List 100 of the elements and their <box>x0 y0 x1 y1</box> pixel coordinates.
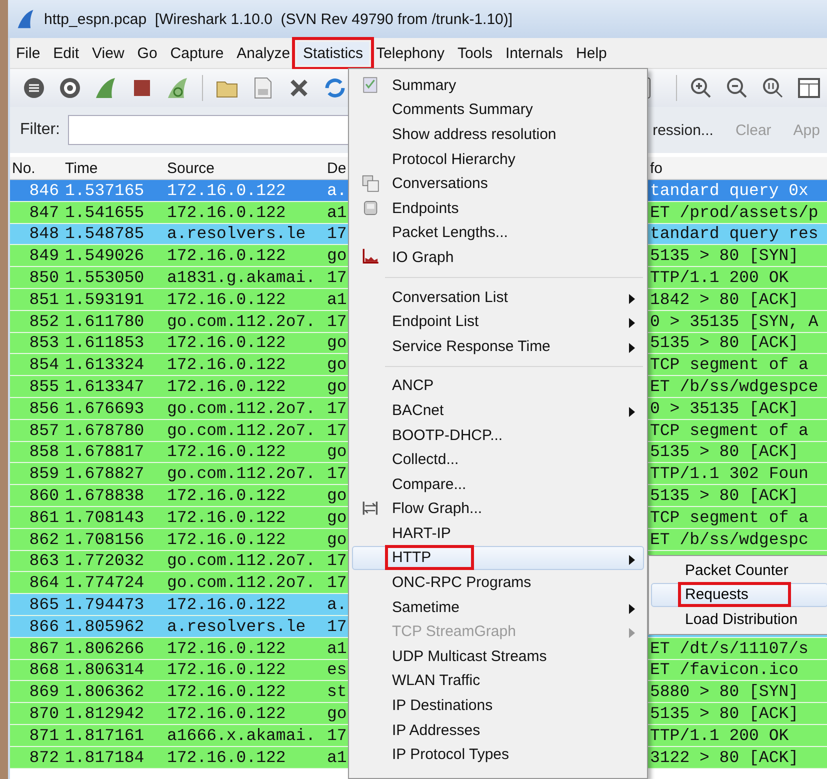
table-cell-text: 5135 > 80 [ACK] <box>650 486 800 506</box>
table-cell-text: 1.676693 <box>65 398 146 418</box>
table-cell-text: TCP segment of a <box>650 355 810 374</box>
table-cell-text: 1.806266 <box>65 638 146 658</box>
table-cell-text: ET /b/ss/wdgespc <box>650 530 810 549</box>
table-cell-text: 848 <box>28 224 60 244</box>
table-cell-text: 172.16.0.122 <box>167 660 287 680</box>
table-cell-text: 1.805962 <box>65 616 146 636</box>
table-cell-text: go.com.112.2o7. <box>167 551 317 570</box>
table-cell-text: TCP segment of a <box>650 508 810 527</box>
table-cell-text: 172.16.0.122 <box>167 638 287 658</box>
table-cell-text: 1.817184 <box>65 748 146 767</box>
table-cell-text: go <box>327 355 348 374</box>
table-cell-text: 3122 > 80 [ACK] <box>650 748 800 767</box>
table-cell-text: go.com.112.2o7. <box>167 420 317 440</box>
table-cell-text: 5135 > 80 [ACK] <box>650 704 800 724</box>
table-cell-text: 1.812942 <box>65 704 146 724</box>
table-cell-text: 854 <box>28 355 60 374</box>
table-cell-text: 852 <box>28 312 60 331</box>
table-cell-text: 847 <box>28 202 60 222</box>
table-cell-text: 1.613324 <box>65 355 146 374</box>
table-cell-text: 172.16.0.122 <box>167 202 287 222</box>
table-cell-text: 5135 > 80 [ACK] <box>650 333 800 352</box>
table-cell-text: 870 <box>28 704 60 724</box>
table-cell-text: a. <box>327 595 348 614</box>
table-cell-text: 0 > 35135 [SYN, A <box>650 312 820 331</box>
table-cell-text: 864 <box>28 573 60 592</box>
filter-label: Filter: <box>20 121 60 139</box>
table-cell-text: 1.708156 <box>65 530 146 549</box>
table-cell-text: st <box>327 682 348 702</box>
table-cell-text: 1.611853 <box>65 333 146 352</box>
table-cell-text: a1 <box>327 290 348 309</box>
table-cell-text: 855 <box>28 377 60 396</box>
table-cell-text: 1.611780 <box>65 312 146 331</box>
table-cell-text: go <box>327 377 348 396</box>
table-cell-text: ET /prod/assets/p <box>650 202 820 222</box>
table-cell-text: a1831.g.akamai. <box>167 268 317 288</box>
table-cell-text: 1.613347 <box>65 377 146 396</box>
table-cell-text: 858 <box>28 442 60 462</box>
table-cell-text: 1842 > 80 [ACK] <box>650 290 800 309</box>
table-cell-text: 172.16.0.122 <box>167 290 287 309</box>
table-cell-text: 871 <box>28 726 60 745</box>
table-cell-text: TCP segment of a <box>650 420 810 440</box>
table-cell-text: 17 <box>327 616 348 636</box>
table-cell-text: ET /dt/s/11107/s <box>650 638 810 658</box>
table-cell-text: go.com.112.2o7. <box>167 573 317 592</box>
table-cell-text: 172.16.0.122 <box>167 704 287 724</box>
table-cell-text: 857 <box>28 420 60 440</box>
table-cell-text: 872 <box>28 748 60 767</box>
window-title: http_espn.pcap [Wireshark 1.10.0 (SVN Rev 49790 from /trunk-1.10)] <box>44 10 513 28</box>
table-cell-text: 863 <box>28 551 60 570</box>
table-cell-text: 1.806362 <box>65 682 146 702</box>
table-cell-text: a.resolvers.le <box>167 224 307 244</box>
table-cell-text: 1.553050 <box>65 268 146 288</box>
table-cell-text: tandard query 0x <box>650 180 810 200</box>
table-cell-text: 1.806314 <box>65 660 146 680</box>
table-cell-text: 856 <box>28 398 60 418</box>
table-cell-text: go <box>327 246 348 266</box>
table-cell-text: 172.16.0.122 <box>167 682 287 702</box>
table-cell-text: ET /b/ss/wdgespce <box>650 377 820 396</box>
table-cell-text: es <box>327 660 348 680</box>
table-cell-text: 1.772032 <box>65 551 146 570</box>
table-cell-text: 172.16.0.122 <box>167 595 287 614</box>
table-cell-text: 867 <box>28 638 60 658</box>
table-cell-text: TTP/1.1 200 OK <box>650 268 790 288</box>
table-cell-text: go <box>327 333 348 352</box>
table-cell-text: go.com.112.2o7. <box>167 312 317 331</box>
table-cell-text: 851 <box>28 290 60 309</box>
table-cell-text: a1 <box>327 202 348 222</box>
table-cell-text: TTP/1.1 302 Foun <box>650 464 810 484</box>
table-cell-text: 172.16.0.122 <box>167 246 287 266</box>
table-cell-text: 17 <box>327 312 348 331</box>
table-cell-text: 172.16.0.122 <box>167 530 287 549</box>
table-cell-text: 172.16.0.122 <box>167 180 287 200</box>
table-cell-text: 1.817161 <box>65 726 146 745</box>
table-cell-text: 17 <box>327 726 348 745</box>
table-cell-text: 172.16.0.122 <box>167 486 287 506</box>
table-cell-text: 849 <box>28 246 60 266</box>
table-cell-text: 1.593191 <box>65 290 146 309</box>
table-cell-text: TTP/1.1 200 OK <box>650 726 790 745</box>
table-cell-text: 1.548785 <box>65 224 146 244</box>
table-cell-text: 172.16.0.122 <box>167 442 287 462</box>
table-cell-text: 859 <box>28 464 60 484</box>
table-cell-text: 862 <box>28 530 60 549</box>
table-cell-text: 5135 > 80 [ACK] <box>650 442 800 462</box>
table-cell-text: go.com.112.2o7. <box>167 464 317 484</box>
table-cell-text: 850 <box>28 268 60 288</box>
table-cell-text: a1666.x.akamai. <box>167 726 317 745</box>
table-cell-text: 869 <box>28 682 60 702</box>
table-cell-text: 1.794473 <box>65 595 146 614</box>
table-cell-text: a1 <box>327 638 348 658</box>
table-cell-text: 1.774724 <box>65 573 146 592</box>
table-cell-text: a1 <box>327 748 348 767</box>
table-cell-text: 172.16.0.122 <box>167 508 287 527</box>
table-cell-text: go.com.112.2o7. <box>167 398 317 418</box>
table-cell-text: go <box>327 486 348 506</box>
table-cell-text: go <box>327 704 348 724</box>
table-cell-text: 172.16.0.122 <box>167 377 287 396</box>
table-cell-text: 172.16.0.122 <box>167 748 287 767</box>
table-cell-text: ET /favicon.ico <box>650 660 800 680</box>
